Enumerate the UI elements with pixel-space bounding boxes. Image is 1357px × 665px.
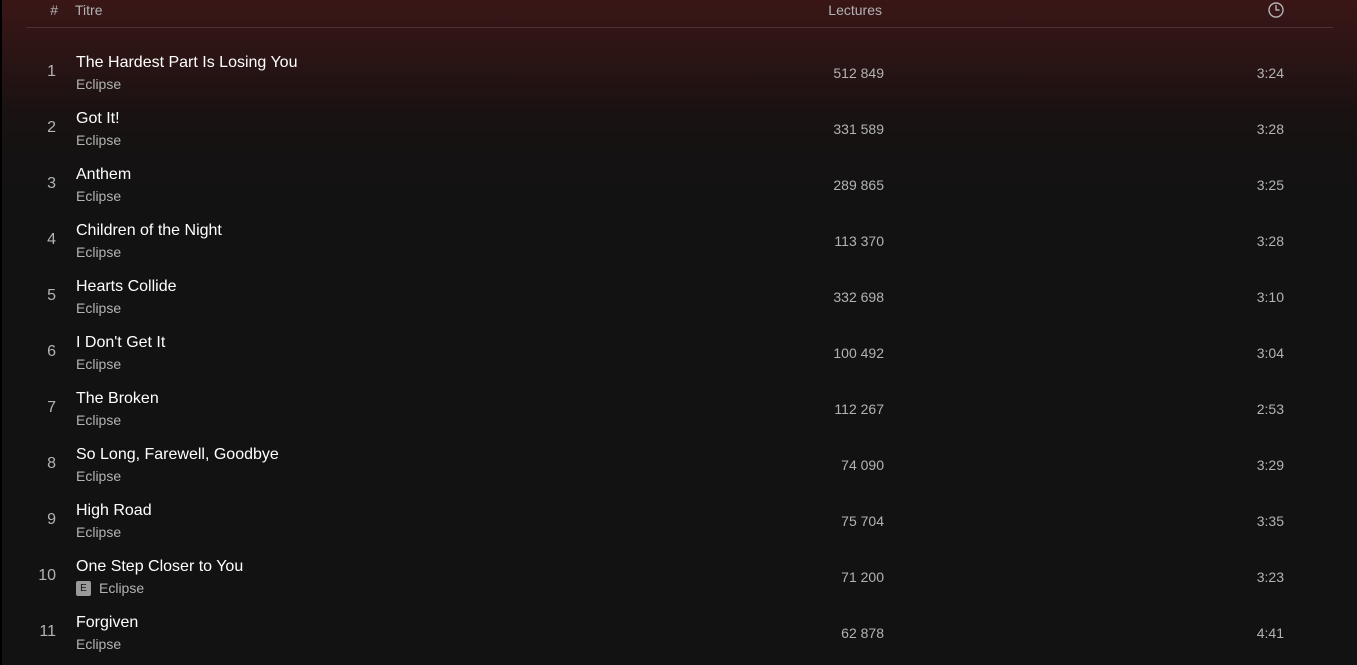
track-title-link[interactable]: One Step Closer to You bbox=[76, 558, 243, 576]
track-number: 1 bbox=[47, 63, 56, 80]
track-title-link[interactable]: Got It! bbox=[76, 110, 120, 128]
track-artist-line: Eclipse bbox=[76, 412, 121, 428]
track-title-link[interactable]: Anthem bbox=[76, 166, 131, 184]
track-duration: 3:25 bbox=[1256, 177, 1284, 193]
track-artist-line: Eclipse bbox=[76, 132, 121, 148]
track-artist-link[interactable]: Eclipse bbox=[76, 76, 121, 92]
track-duration: 2:53 bbox=[1256, 401, 1284, 417]
track-row[interactable]: 9 High Road Eclipse 75 704 3:35 bbox=[26, 493, 1333, 549]
track-number: 7 bbox=[47, 399, 56, 416]
track-plays: 62 878 bbox=[841, 625, 884, 641]
track-artist-link[interactable]: Eclipse bbox=[76, 524, 121, 540]
track-title-link[interactable]: Forgiven bbox=[76, 614, 138, 632]
track-artist-link[interactable]: Eclipse bbox=[99, 580, 144, 596]
track-artist-line: Eclipse bbox=[76, 524, 121, 540]
track-number: 6 bbox=[47, 343, 56, 360]
track-number: 4 bbox=[47, 231, 56, 248]
header-plays-label: Lectures bbox=[828, 2, 882, 18]
track-number: 11 bbox=[39, 623, 56, 640]
track-plays: 71 200 bbox=[841, 569, 884, 585]
track-row[interactable]: 1 The Hardest Part Is Losing You Eclipse 51… bbox=[26, 45, 1333, 101]
track-number: 3 bbox=[47, 175, 56, 192]
track-artist-line: Eclipse bbox=[76, 76, 121, 92]
track-row[interactable]: 4 Children of the Night Eclipse 113 370 3:28 bbox=[26, 213, 1333, 269]
track-plays: 75 704 bbox=[841, 513, 884, 529]
track-artist-link[interactable]: Eclipse bbox=[76, 412, 121, 428]
track-row[interactable]: 7 The Broken Eclipse 112 267 2:53 bbox=[26, 381, 1333, 437]
track-artist-line: E Eclipse bbox=[76, 580, 144, 596]
track-row[interactable]: 6 I Don't Get It Eclipse 100 492 3:04 bbox=[26, 325, 1333, 381]
track-number: 9 bbox=[47, 511, 56, 528]
track-row[interactable]: 3 Anthem Eclipse 289 865 3:25 bbox=[26, 157, 1333, 213]
track-duration: 4:41 bbox=[1256, 625, 1284, 641]
track-artist-line: Eclipse bbox=[76, 636, 121, 652]
track-artist-line: Eclipse bbox=[76, 468, 121, 484]
track-artist-line: Eclipse bbox=[76, 356, 121, 372]
track-duration: 3:35 bbox=[1256, 513, 1284, 529]
left-divider bbox=[0, 0, 2, 665]
tracklist-header: # Titre Lectures bbox=[26, 0, 1333, 28]
track-number: 8 bbox=[47, 455, 56, 472]
track-plays: 332 698 bbox=[833, 289, 884, 305]
track-duration: 3:29 bbox=[1256, 457, 1284, 473]
track-artist-link[interactable]: Eclipse bbox=[76, 468, 121, 484]
track-plays: 113 370 bbox=[834, 233, 884, 249]
track-title-link[interactable]: So Long, Farewell, Goodbye bbox=[76, 446, 279, 464]
track-title-link[interactable]: The Broken bbox=[76, 390, 159, 408]
track-row[interactable]: 8 So Long, Farewell, Goodbye Eclipse 74 090… bbox=[26, 437, 1333, 493]
track-duration: 3:23 bbox=[1256, 569, 1284, 585]
track-title-link[interactable]: Children of the Night bbox=[76, 222, 222, 240]
header-number-label: # bbox=[50, 2, 58, 18]
track-duration: 3:28 bbox=[1256, 121, 1284, 137]
clock-icon bbox=[1267, 1, 1285, 19]
tracklist-page: # Titre Lectures 1 The Hardest Part Is Lo… bbox=[0, 0, 1357, 665]
track-artist-link[interactable]: Eclipse bbox=[76, 244, 121, 260]
track-number: 5 bbox=[47, 287, 56, 304]
header-title-label: Titre bbox=[75, 2, 103, 18]
track-artist-link[interactable]: Eclipse bbox=[76, 356, 121, 372]
track-duration: 3:28 bbox=[1256, 233, 1284, 249]
track-duration: 3:10 bbox=[1256, 289, 1284, 305]
track-plays: 74 090 bbox=[841, 457, 884, 473]
track-artist-line: Eclipse bbox=[76, 300, 121, 316]
track-row[interactable]: 10 One Step Closer to You E Eclipse 71 200 3:… bbox=[26, 549, 1333, 605]
track-plays: 512 849 bbox=[833, 65, 884, 81]
track-row[interactable]: 5 Hearts Collide Eclipse 332 698 3:10 bbox=[26, 269, 1333, 325]
track-number: 2 bbox=[47, 119, 56, 136]
tracklist: 1 The Hardest Part Is Losing You Eclipse 51… bbox=[26, 45, 1333, 661]
track-title-link[interactable]: Hearts Collide bbox=[76, 278, 176, 296]
track-plays: 112 267 bbox=[834, 401, 884, 417]
track-artist-link[interactable]: Eclipse bbox=[76, 132, 121, 148]
track-title-link[interactable]: I Don't Get It bbox=[76, 334, 165, 352]
track-row[interactable]: 11 Forgiven Eclipse 62 878 4:41 bbox=[26, 605, 1333, 661]
track-artist-line: Eclipse bbox=[76, 244, 121, 260]
track-artist-link[interactable]: Eclipse bbox=[76, 636, 121, 652]
track-row[interactable]: 2 Got It! Eclipse 331 589 3:28 bbox=[26, 101, 1333, 157]
track-plays: 331 589 bbox=[833, 121, 884, 137]
track-artist-link[interactable]: Eclipse bbox=[76, 188, 121, 204]
track-duration: 3:24 bbox=[1256, 65, 1284, 81]
explicit-badge: E bbox=[76, 580, 91, 596]
track-plays: 100 492 bbox=[833, 345, 884, 361]
track-plays: 289 865 bbox=[833, 177, 884, 193]
track-title-link[interactable]: The Hardest Part Is Losing You bbox=[76, 54, 297, 72]
track-title-link[interactable]: High Road bbox=[76, 502, 152, 520]
track-artist-line: Eclipse bbox=[76, 188, 121, 204]
track-number: 10 bbox=[38, 567, 56, 584]
track-duration: 3:04 bbox=[1256, 345, 1284, 361]
track-artist-link[interactable]: Eclipse bbox=[76, 300, 121, 316]
